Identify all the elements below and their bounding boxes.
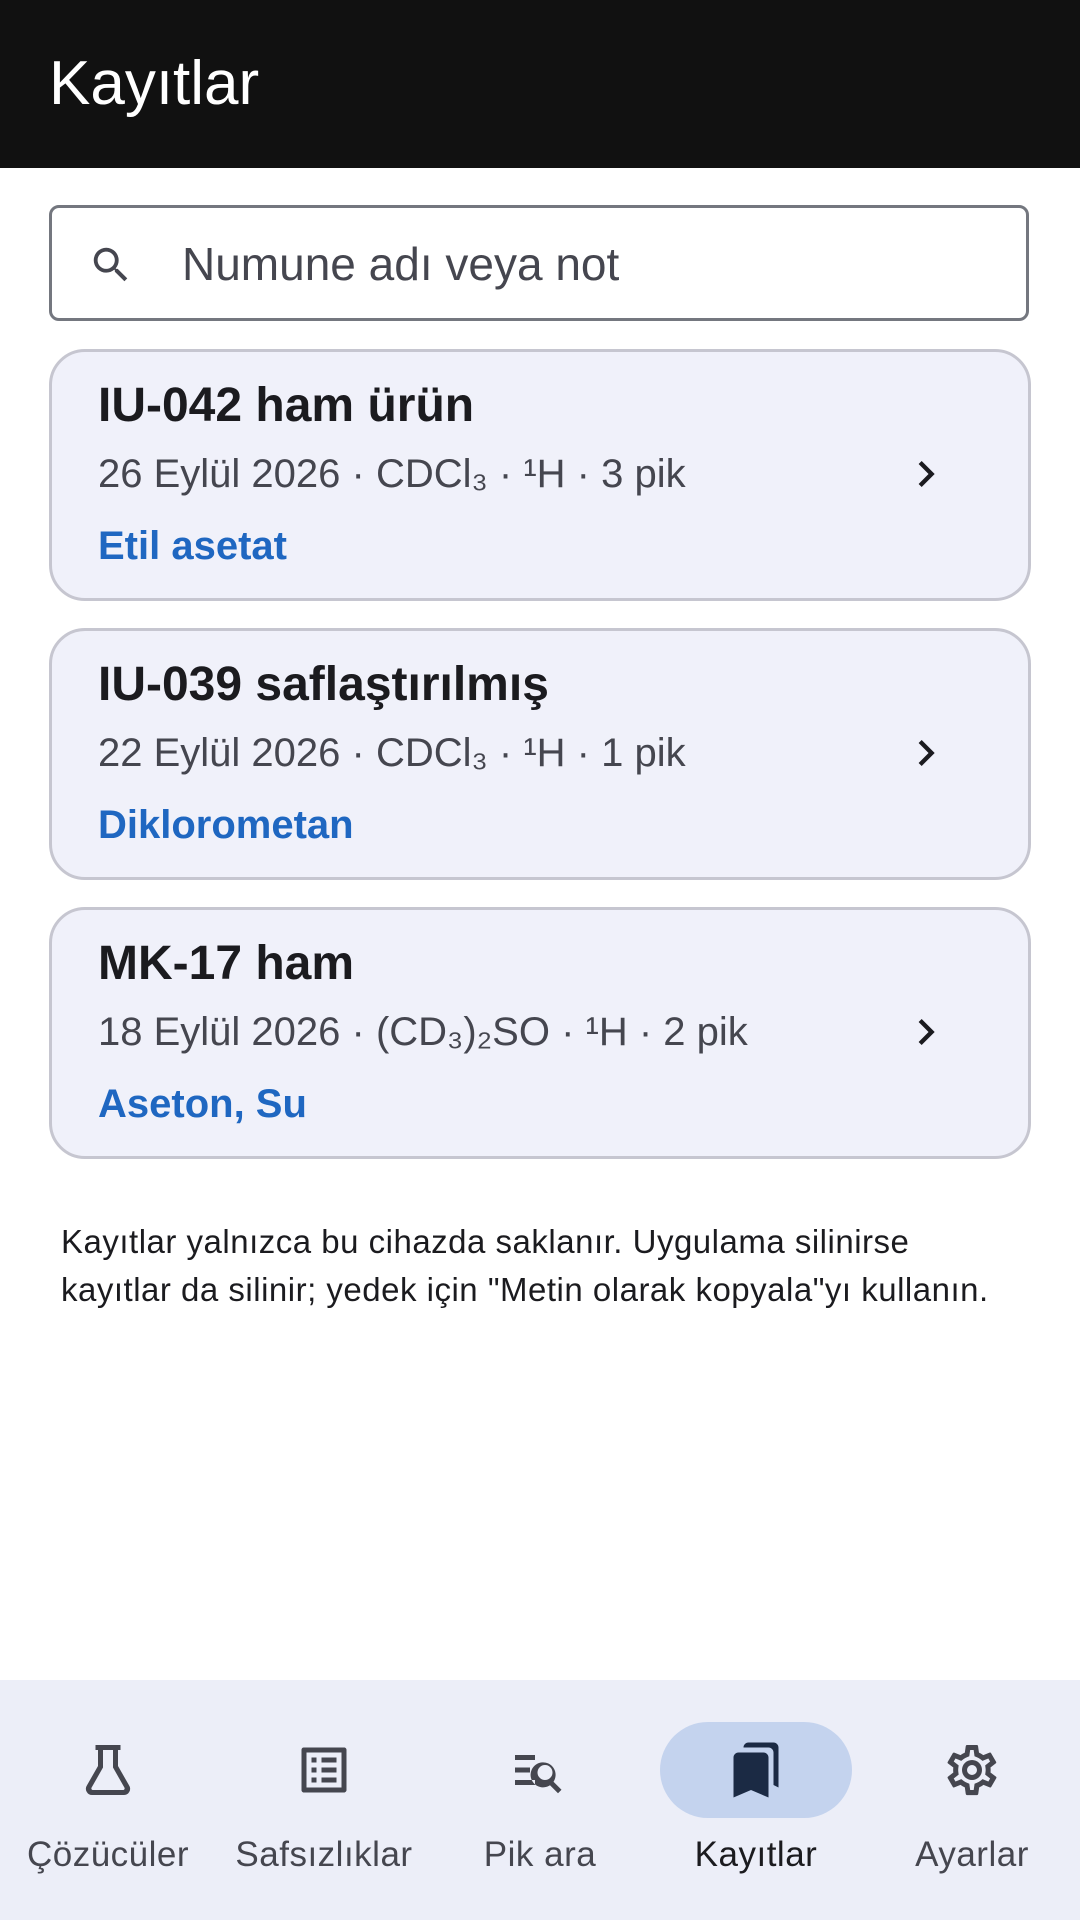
chevron-right-icon (918, 461, 935, 487)
record-meta: 18 Eylül 2026 · (CD₃)₂SO · ¹H · 2 pik (98, 1010, 748, 1054)
nav-item-pik-ara[interactable]: Pik ara (432, 1680, 648, 1920)
gear-icon (947, 1744, 997, 1796)
search-input[interactable] (182, 226, 1002, 302)
flask-icon (85, 1745, 131, 1796)
bottom-navigation: Çözücüler Safsızlıklar Pik ara Kayıtlar (0, 1680, 1080, 1920)
nav-item-safsizliklar[interactable]: Safsızlıklar (216, 1680, 432, 1920)
nav-label: Çözücüler (26, 1835, 190, 1874)
page-title: Kayıtlar (49, 49, 260, 118)
list-icon (301, 1747, 347, 1793)
storage-notice: Kayıtlar yalnızca bu cihazda saklanır. U… (61, 1223, 989, 1308)
record-solvent-tag: Aseton, Su (98, 1082, 307, 1126)
nav-label: Ayarlar (915, 1835, 1029, 1874)
nav-item-ayarlar[interactable]: Ayarlar (864, 1680, 1080, 1920)
record-card[interactable]: IU-039 saflaştırılmış 22 Eylül 2026 · CD… (49, 628, 1031, 880)
chevron-right-icon (918, 740, 935, 766)
chevron-right-icon (918, 1019, 935, 1045)
bookmarks-icon (733, 1742, 779, 1798)
record-meta: 26 Eylül 2026 · CDCl₃ · ¹H · 3 pik (98, 452, 686, 496)
record-card[interactable]: IU-042 ham ürün 26 Eylül 2026 · CDCl₃ · … (49, 349, 1031, 601)
record-title: MK-17 ham (98, 937, 355, 990)
record-card[interactable]: MK-17 ham 18 Eylül 2026 · (CD₃)₂SO · ¹H … (49, 907, 1031, 1159)
search-icon (93, 247, 128, 282)
nav-label: Kayıtlar (694, 1835, 818, 1874)
nav-item-cozuculer[interactable]: Çözücüler (0, 1680, 216, 1920)
record-meta: 22 Eylül 2026 · CDCl₃ · ¹H · 1 pik (98, 731, 686, 775)
record-solvent-tag: Diklorometan (98, 803, 354, 847)
top-app-bar: Kayıtlar (0, 0, 1080, 168)
app-root: Kayıtlar IU-042 ham ürün 26 Eylül 2026 ·… (0, 0, 1080, 1920)
record-title: IU-042 ham ürün (98, 379, 475, 432)
nav-label: Pik ara (483, 1835, 597, 1874)
record-solvent-tag: Etil asetat (98, 524, 287, 568)
nav-label: Safsızlıklar (235, 1835, 413, 1874)
record-title: IU-039 saflaştırılmış (98, 658, 549, 711)
nav-item-kayitlar[interactable]: Kayıtlar (648, 1680, 864, 1920)
peak-search-icon (515, 1755, 562, 1794)
search-field[interactable] (49, 205, 1029, 321)
